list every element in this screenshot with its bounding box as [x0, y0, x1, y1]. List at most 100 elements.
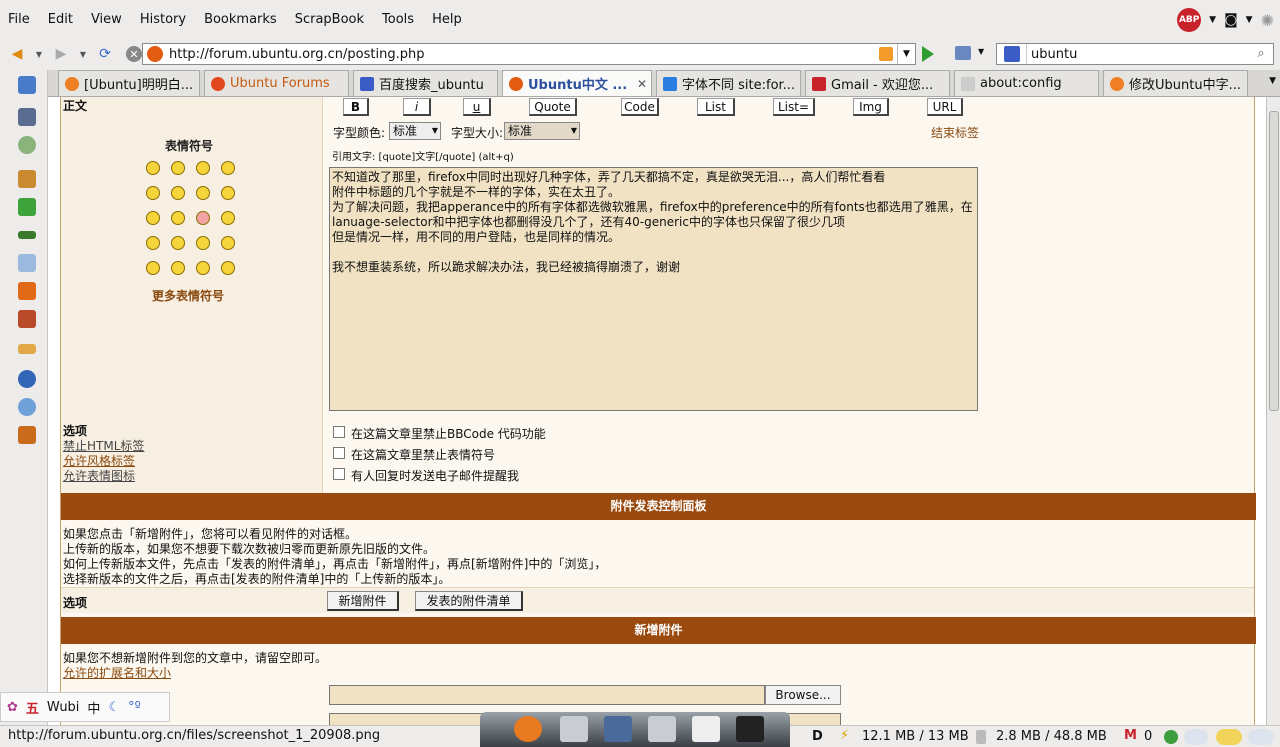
- menu-view[interactable]: View: [83, 12, 122, 27]
- tab-0[interactable]: [Ubuntu]明明白...: [58, 70, 200, 96]
- menu-file[interactable]: File: [0, 12, 30, 27]
- smiley-icon[interactable]: [171, 261, 185, 275]
- go-icon[interactable]: [922, 46, 934, 62]
- menu-help[interactable]: Help: [424, 12, 462, 27]
- camera-icon[interactable]: ◙: [1224, 12, 1238, 28]
- url-button[interactable]: URL: [927, 98, 963, 116]
- chevron-down-icon[interactable]: ▼: [978, 47, 984, 56]
- smiley-icon[interactable]: [221, 161, 235, 175]
- smiley-icon[interactable]: [146, 261, 160, 275]
- disable-smilies-checkbox[interactable]: [333, 447, 345, 459]
- smiley-icon[interactable]: [221, 236, 235, 250]
- punctuation-icon[interactable]: °º: [128, 700, 141, 715]
- smiley-icon[interactable]: [171, 186, 185, 200]
- close-tab-icon[interactable]: ✕: [637, 77, 647, 91]
- tab-5[interactable]: Gmail - 欢迎您...: [805, 70, 950, 96]
- smiley-icon[interactable]: [196, 161, 210, 175]
- smiley-icon[interactable]: [196, 236, 210, 250]
- info-icon[interactable]: [18, 398, 36, 416]
- smiley-icon[interactable]: [221, 261, 235, 275]
- smiley-icon[interactable]: [146, 211, 160, 225]
- terminal-icon[interactable]: [736, 716, 764, 742]
- smiley-icon[interactable]: [221, 211, 235, 225]
- file-path-input[interactable]: [329, 685, 765, 705]
- menu-history[interactable]: History: [132, 12, 186, 27]
- search-engine-icon[interactable]: [997, 44, 1027, 64]
- tab-2[interactable]: 百度搜索_ubuntu: [353, 70, 498, 96]
- moon-icon[interactable]: ☾: [108, 700, 120, 715]
- font-size-select[interactable]: 标准: [504, 122, 580, 140]
- more-emoticons-link[interactable]: 更多表情符号: [152, 287, 224, 304]
- document-icon[interactable]: [692, 716, 720, 742]
- allow-emoticons-link[interactable]: 允许表情图标: [63, 467, 135, 484]
- screenshot-tool-icon[interactable]: [955, 46, 971, 60]
- search-icon[interactable]: ⌕: [1249, 44, 1273, 64]
- close-tags-link[interactable]: 结束标签: [931, 124, 979, 141]
- list-button[interactable]: List: [697, 98, 735, 116]
- ime-mode[interactable]: 中: [87, 698, 100, 717]
- stamp-icon[interactable]: [18, 310, 36, 328]
- ime-name[interactable]: Wubi: [47, 700, 80, 715]
- forward-icon[interactable]: ▶: [50, 43, 72, 65]
- drive-icon[interactable]: [648, 716, 676, 742]
- drive-icon[interactable]: [560, 716, 588, 742]
- rss-icon[interactable]: [879, 47, 893, 61]
- chevron-down-icon[interactable]: ▼: [1246, 15, 1253, 25]
- adblock-icon[interactable]: ABP: [1177, 8, 1202, 32]
- notebook-icon[interactable]: [18, 108, 36, 126]
- firefox-icon[interactable]: [514, 716, 542, 742]
- smiley-icon[interactable]: [196, 186, 210, 200]
- leaf-icon[interactable]: [18, 231, 36, 239]
- italic-button[interactable]: i: [403, 98, 431, 116]
- notify-reply-checkbox[interactable]: [333, 468, 345, 480]
- list-ordered-button[interactable]: List=: [773, 98, 815, 116]
- smiley-icon[interactable]: [171, 211, 185, 225]
- quote-button[interactable]: Quote: [529, 98, 577, 116]
- archive-icon[interactable]: [18, 170, 36, 188]
- reload-icon[interactable]: ⟳: [94, 43, 116, 65]
- img-button[interactable]: Img: [853, 98, 889, 116]
- menu-bookmarks[interactable]: Bookmarks: [196, 12, 277, 27]
- scrollbar-thumb[interactable]: [1269, 111, 1279, 411]
- search-box[interactable]: ubuntu ⌕: [996, 43, 1274, 65]
- tab-3[interactable]: Ubuntu中文 ... ✕: [502, 70, 652, 96]
- mail-client-icon[interactable]: [604, 716, 632, 742]
- menu-tools[interactable]: Tools: [374, 12, 414, 27]
- underline-button[interactable]: u: [463, 98, 491, 116]
- lightning-icon[interactable]: [18, 282, 36, 300]
- posted-attachments-button[interactable]: 发表的附件清单: [415, 591, 523, 611]
- image-icon[interactable]: [18, 76, 36, 94]
- puzzle-icon[interactable]: [18, 198, 36, 216]
- smiley-icon[interactable]: [171, 236, 185, 250]
- eraser-icon[interactable]: [18, 344, 36, 354]
- search-input[interactable]: ubuntu: [1027, 47, 1077, 62]
- menu-scrapbook[interactable]: ScrapBook: [287, 12, 364, 27]
- smiley-icon[interactable]: [146, 236, 160, 250]
- smiley-icon[interactable]: [196, 211, 210, 225]
- bold-button[interactable]: B: [343, 98, 369, 116]
- stop-icon[interactable]: ✕: [126, 46, 142, 62]
- tab-1[interactable]: Ubuntu Forums: [204, 70, 349, 96]
- smiley-icon[interactable]: [146, 186, 160, 200]
- vertical-scrollbar[interactable]: [1266, 97, 1280, 725]
- back-icon[interactable]: ◀: [6, 43, 28, 65]
- chevron-down-icon[interactable]: ▼: [34, 43, 44, 65]
- chevron-down-icon[interactable]: ▼: [1209, 15, 1216, 25]
- code-button[interactable]: Code: [621, 98, 659, 116]
- url-bar[interactable]: http://forum.ubuntu.org.cn/posting.php ▼: [142, 43, 916, 65]
- tab-6[interactable]: about:config: [954, 70, 1099, 96]
- tab-list-icon[interactable]: ▼: [1269, 76, 1276, 86]
- browse-button[interactable]: Browse...: [765, 685, 841, 705]
- page-icon[interactable]: [18, 254, 36, 272]
- tab-4[interactable]: 字体不同 site:for...: [656, 70, 801, 96]
- download-icon[interactable]: D: [812, 729, 823, 744]
- smiley-icon[interactable]: [221, 186, 235, 200]
- message-textarea[interactable]: 不知道改了那里，firefox中同时出现好几种字体，弄了几天都搞不定，真是欲哭无…: [329, 167, 978, 411]
- refresh-icon[interactable]: [1164, 730, 1178, 744]
- smiley-icon[interactable]: [196, 261, 210, 275]
- tab-7[interactable]: 修改Ubuntu中字...: [1103, 70, 1248, 96]
- allowed-extensions-link[interactable]: 允许的扩展名和大小: [63, 664, 171, 681]
- menu-edit[interactable]: Edit: [40, 12, 73, 27]
- clock-icon[interactable]: [18, 136, 36, 154]
- gear-icon[interactable]: [18, 370, 36, 388]
